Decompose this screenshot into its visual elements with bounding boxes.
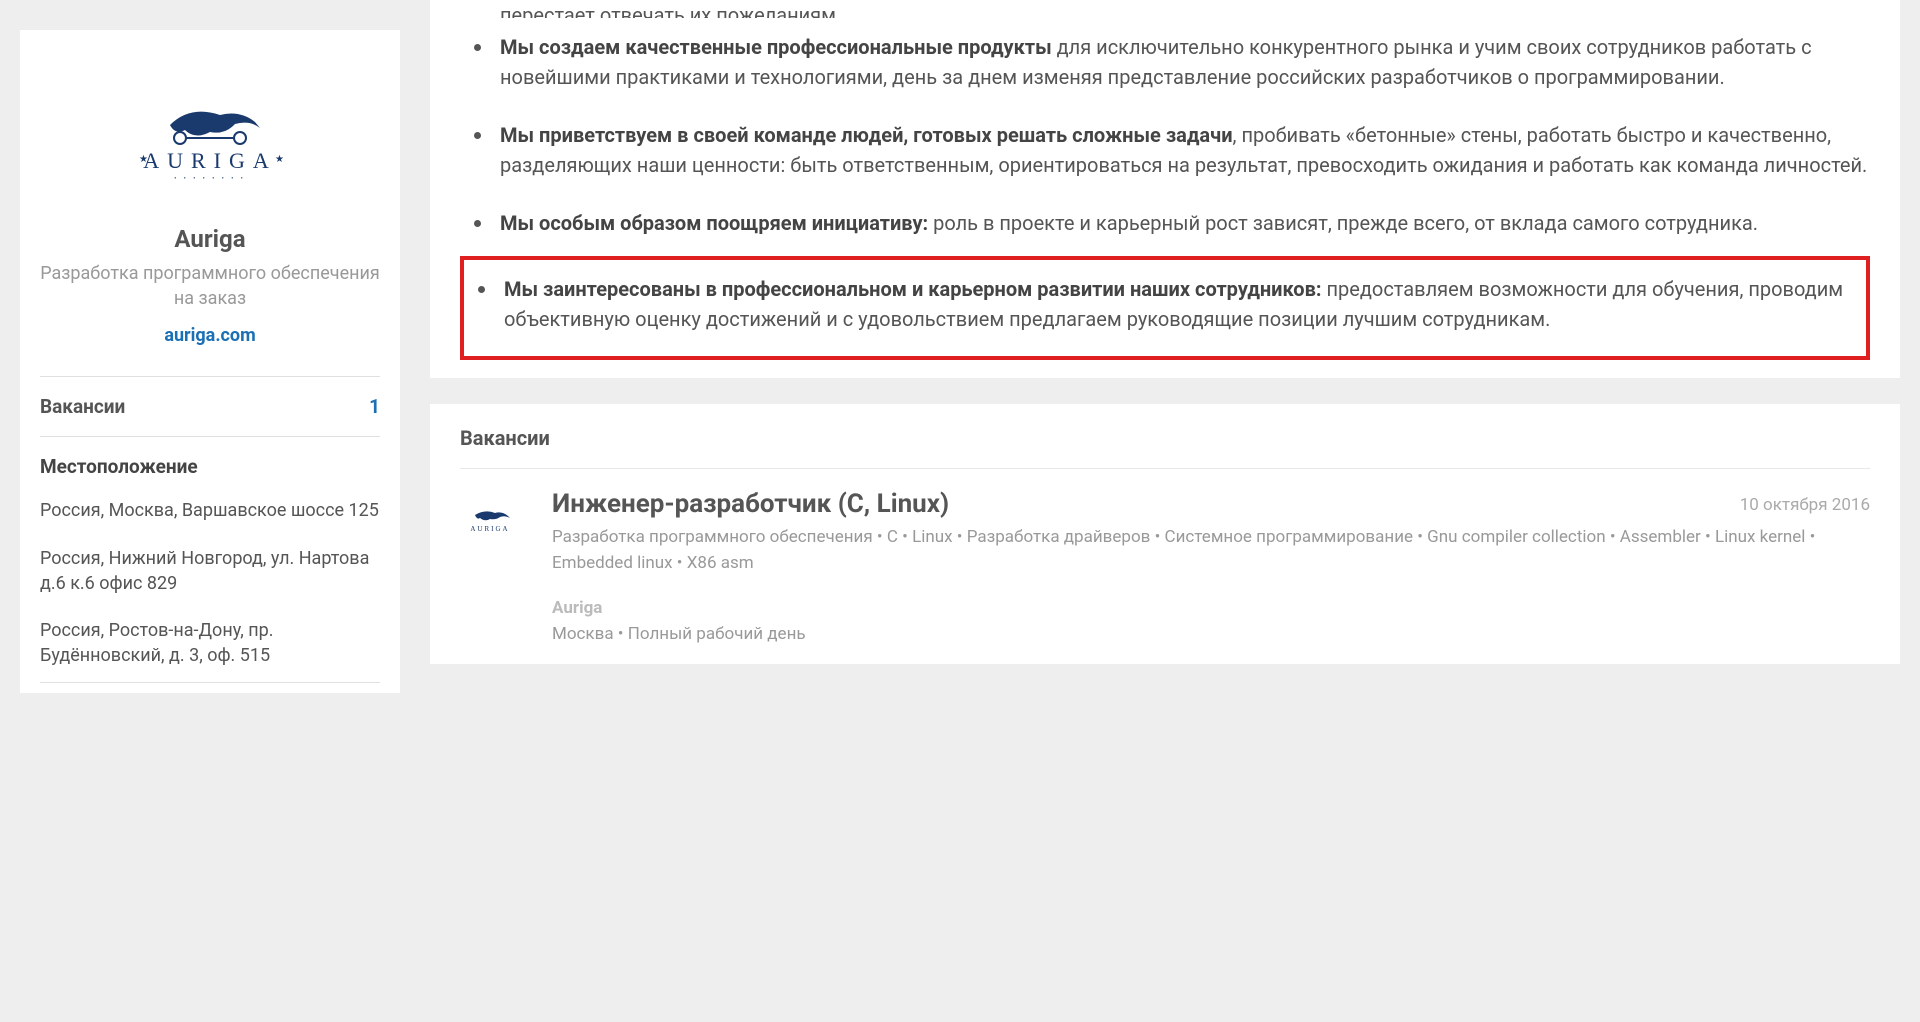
vacancies-section-title: Вакансии	[460, 426, 1870, 469]
about-bullet: Мы приветствуем в своей команде людей, г…	[460, 106, 1870, 194]
vacancy-item[interactable]: AURIGA Инженер-разработчик (C, Linux) 10…	[460, 469, 1870, 654]
company-description: Разработка программного обеспечения на з…	[40, 261, 380, 311]
bullet-bold: Мы создаем качественные профессиональные…	[500, 35, 1052, 59]
company-address: Россия, Нижний Новгород, ул. Нартова д.6…	[40, 538, 380, 610]
about-bullet: Мы создаем качественные профессиональные…	[460, 18, 1870, 106]
company-sidebar: AURIGA ★ ★ • • • • • • • • Auriga Разраб…	[20, 30, 400, 693]
sidebar-location-label: Местоположение	[40, 437, 380, 490]
bullet-text: роль в проекте и карьерный рост зависят,…	[928, 211, 1758, 235]
vacancy-tags: Разработка программного обеспечения • C …	[552, 525, 1870, 576]
company-url-link[interactable]: auriga.com	[40, 325, 380, 346]
sidebar-vacancies-label: Вакансии	[40, 395, 125, 418]
bullet-bold: Мы заинтересованы в профессиональном и к…	[504, 277, 1322, 301]
svg-text:★: ★	[275, 154, 284, 165]
company-address: Россия, Ростов-на-Дону, пр. Будённовский…	[40, 610, 380, 682]
vacancy-location: Москва • Полный рабочий день	[552, 624, 1870, 644]
vacancy-date: 10 октября 2016	[1740, 489, 1870, 515]
divider	[40, 682, 380, 683]
vacancy-title[interactable]: Инженер-разработчик (C, Linux)	[552, 489, 949, 519]
company-address: Россия, Москва, Варшавское шоссе 125	[40, 490, 380, 537]
vacancies-card: Вакансии AURIGA Инженер-разработчик (C, …	[430, 404, 1900, 664]
main-content: перестает отвечать их пожеланиям. Мы соз…	[430, 0, 1900, 693]
bullet-bold: Мы особым образом поощряем инициативу:	[500, 211, 928, 235]
svg-text:• • • • • • • •: • • • • • • • •	[174, 175, 246, 182]
sidebar-vacancies-count: 1	[369, 395, 380, 418]
company-about-card: перестает отвечать их пожеланиям. Мы соз…	[430, 0, 1900, 378]
vacancy-company: Auriga	[552, 598, 1870, 618]
about-bullet-highlighted: Мы заинтересованы в профессиональном и к…	[464, 260, 1866, 348]
bullet-bold: Мы приветствуем в своей команде людей, г…	[500, 123, 1233, 147]
about-bullet: Мы особым образом поощряем инициативу: р…	[460, 194, 1870, 252]
company-logo: AURIGA ★ ★ • • • • • • • •	[40, 100, 380, 195]
highlighted-region: Мы заинтересованы в профессиональном и к…	[460, 256, 1870, 360]
vacancy-company-logo: AURIGA	[460, 489, 530, 644]
svg-text:AURIGA: AURIGA	[470, 525, 509, 533]
truncated-text: перестает отвечать их пожеланиям.	[460, 0, 1870, 18]
sidebar-vacancies-row[interactable]: Вакансии 1	[40, 377, 380, 436]
svg-text:AURIGA: AURIGA	[143, 148, 277, 173]
company-name: Auriga	[40, 225, 380, 253]
svg-text:★: ★	[139, 154, 148, 165]
